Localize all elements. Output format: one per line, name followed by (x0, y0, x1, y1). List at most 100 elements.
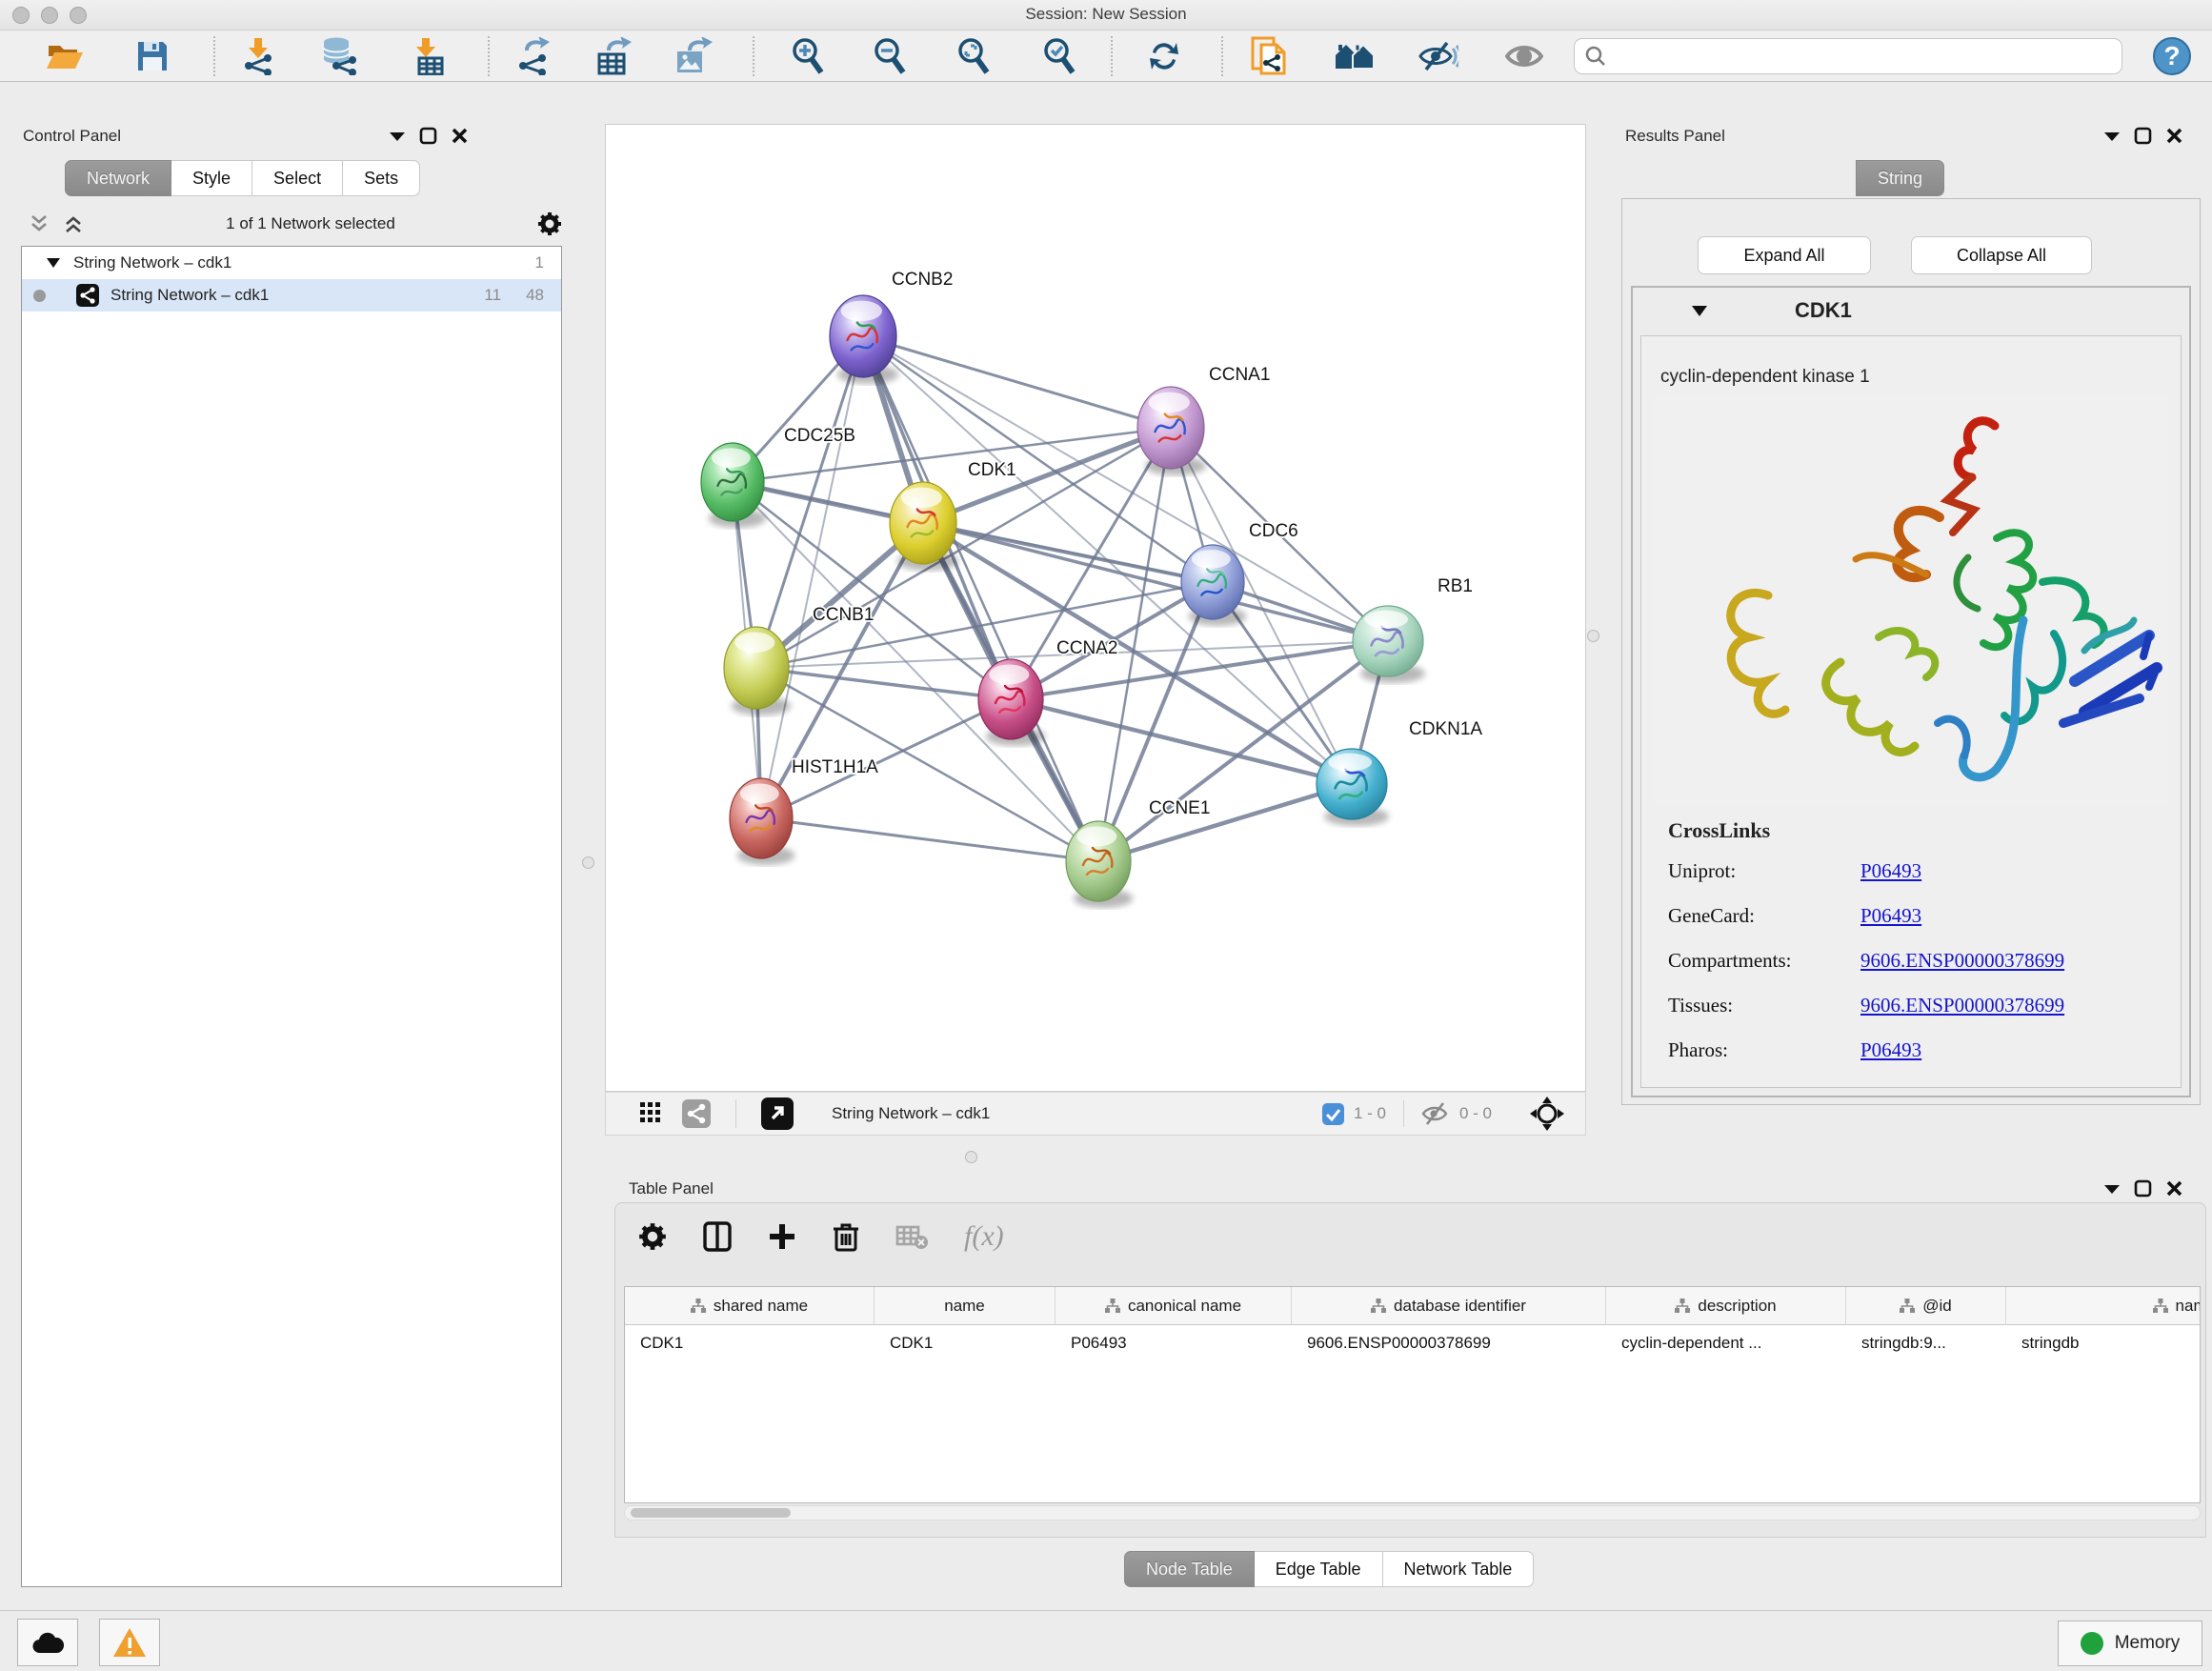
expand-all-button[interactable]: Expand All (1698, 236, 1871, 274)
show-all-networks-button[interactable] (1334, 37, 1376, 75)
apply-layout-button[interactable] (1143, 37, 1185, 75)
tab-string[interactable]: String (1856, 160, 1944, 196)
results-entry-header[interactable]: CDK1 (1631, 286, 2191, 335)
table-cell[interactable]: CDK1 (875, 1325, 1056, 1361)
network-collection-row[interactable]: String Network – cdk1 1 (22, 247, 561, 279)
crosslink-link[interactable]: P06493 (1860, 859, 1921, 883)
edge-CCNE1-HIST1H1A[interactable] (761, 818, 1098, 861)
table-panel-menu-icon[interactable] (2103, 1183, 2121, 1195)
node-CDK1[interactable] (890, 482, 958, 571)
tree-expand-icon[interactable] (47, 258, 60, 268)
column-header-namespace[interactable]: namespace (2006, 1287, 2201, 1324)
table-panel-close-icon[interactable] (2165, 1179, 2183, 1198)
control-panel-float-icon[interactable] (419, 127, 437, 145)
results-panel-close-icon[interactable] (2165, 127, 2183, 145)
column-header--id[interactable]: @id (1846, 1287, 2006, 1324)
hidden-eye-slash-icon[interactable] (1421, 1101, 1450, 1126)
import-network-from-file-button[interactable] (238, 37, 280, 75)
column-header-shared-name[interactable]: shared name (625, 1287, 875, 1324)
memory-button[interactable]: Memory (2058, 1621, 2202, 1666)
entry-collapse-icon[interactable] (1692, 306, 1707, 316)
tab-style[interactable]: Style (171, 160, 252, 196)
network-view-canvas[interactable]: CCNB2CCNA1CDC25BCDK1CDC6RB1CCNB1CCNA2CDK… (605, 124, 1586, 1092)
node-CCNB2[interactable] (830, 295, 898, 384)
edge-CCNE1-CDKN1A[interactable] (1098, 784, 1352, 861)
collapse-all-icon[interactable] (29, 214, 50, 233)
table-horizontal-scrollbar[interactable] (624, 1505, 2201, 1520)
scrollbar-thumb[interactable] (631, 1508, 791, 1518)
help-button[interactable]: ? (2151, 37, 2193, 75)
tab-select[interactable]: Select (252, 160, 343, 196)
node-CCNA1[interactable] (1137, 387, 1206, 475)
results-panel-float-icon[interactable] (2134, 127, 2152, 145)
show-columns-icon[interactable] (703, 1221, 732, 1252)
cloud-status-button[interactable] (17, 1619, 78, 1666)
zoom-in-button[interactable] (787, 37, 829, 75)
column-header-description[interactable]: description (1606, 1287, 1846, 1324)
delete-column-trash-icon[interactable] (833, 1221, 859, 1252)
selected-checkbox-icon[interactable] (1322, 1103, 1344, 1125)
edge-CCNB2-CCNA1[interactable] (863, 336, 1171, 428)
node-CDC25B[interactable] (701, 443, 766, 528)
table-cell[interactable]: P06493 (1056, 1325, 1292, 1361)
tab-network-table[interactable]: Network Table (1383, 1551, 1535, 1587)
edge-CCNE1-CCNB2[interactable] (863, 336, 1098, 861)
node-CDKN1A[interactable] (1317, 749, 1389, 826)
edge-CCNB2-HIST1H1A[interactable] (761, 336, 863, 818)
table-cell[interactable]: stringdb:9... (1846, 1325, 2006, 1361)
column-header-database-identifier[interactable]: database identifier (1292, 1287, 1606, 1324)
birdseye-navigator-icon[interactable] (1530, 1097, 1564, 1131)
node-CDC6[interactable] (1181, 545, 1246, 626)
zoom-selected-button[interactable] (1038, 37, 1080, 75)
warnings-button[interactable] (99, 1619, 160, 1666)
bottom-splitter-handle[interactable] (965, 1151, 977, 1163)
table-options-gear-icon[interactable] (638, 1222, 667, 1251)
tab-edge-table[interactable]: Edge Table (1255, 1551, 1383, 1587)
open-in-browser-icon[interactable] (761, 1097, 794, 1130)
copy-network-style-button[interactable] (1248, 37, 1290, 75)
node-CCNB1[interactable] (724, 627, 791, 715)
table-row[interactable]: CDK1CDK1P064939606.ENSP00000378699cyclin… (625, 1325, 2200, 1361)
column-header-name[interactable]: name (875, 1287, 1056, 1324)
import-table-from-file-button[interactable] (406, 37, 448, 75)
table-cell[interactable]: 9606.ENSP00000378699 (1292, 1325, 1606, 1361)
crosslink-link[interactable]: P06493 (1860, 904, 1921, 928)
table-cell[interactable]: cyclin-dependent ... (1606, 1325, 1846, 1361)
table-panel-float-icon[interactable] (2134, 1179, 2152, 1198)
export-table-button[interactable] (593, 37, 634, 75)
node-CCNE1[interactable] (1066, 821, 1133, 908)
network-row[interactable]: String Network – cdk1 11 48 (22, 279, 561, 312)
left-splitter-handle[interactable] (582, 856, 594, 869)
import-network-from-database-button[interactable] (318, 37, 360, 75)
network-graph[interactable]: CCNB2CCNA1CDC25BCDK1CDC6RB1CCNB1CCNA2CDK… (606, 125, 1585, 1091)
search-input[interactable] (1574, 38, 2122, 74)
string-network-badge-icon[interactable] (682, 1099, 711, 1128)
node-RB1[interactable] (1353, 606, 1425, 683)
zoom-fit-button[interactable] (953, 37, 995, 75)
table-cell[interactable]: stringdb (2006, 1325, 2201, 1361)
export-image-button[interactable] (673, 37, 714, 75)
right-splitter-handle[interactable] (1587, 630, 1599, 642)
node-HIST1H1A[interactable] (730, 778, 794, 865)
column-header-canonical-name[interactable]: canonical name (1056, 1287, 1292, 1324)
crosslink-link[interactable]: 9606.ENSP00000378699 (1860, 994, 2064, 1017)
crosslink-link[interactable]: P06493 (1860, 1038, 1921, 1062)
show-hide-graphics-button[interactable] (1503, 37, 1545, 75)
save-session-button[interactable] (131, 37, 173, 75)
export-network-button[interactable] (513, 37, 554, 75)
tab-network[interactable]: Network (65, 160, 171, 196)
expand-all-icon[interactable] (63, 214, 84, 233)
open-file-button[interactable] (44, 37, 86, 75)
create-column-plus-icon[interactable] (768, 1222, 796, 1251)
crosslink-link[interactable]: 9606.ENSP00000378699 (1860, 949, 2064, 973)
control-panel-close-icon[interactable] (451, 127, 469, 145)
network-options-gear-icon[interactable] (537, 211, 562, 236)
results-panel-menu-icon[interactable] (2103, 131, 2121, 142)
zoom-out-button[interactable] (869, 37, 911, 75)
tab-sets[interactable]: Sets (343, 160, 420, 196)
hide-selected-button[interactable] (1418, 37, 1459, 75)
collapse-all-button[interactable]: Collapse All (1911, 236, 2092, 274)
tab-node-table[interactable]: Node Table (1124, 1551, 1255, 1587)
table-cell[interactable]: CDK1 (625, 1325, 875, 1361)
edge-CCNA2-CCNB1[interactable] (756, 668, 1011, 699)
